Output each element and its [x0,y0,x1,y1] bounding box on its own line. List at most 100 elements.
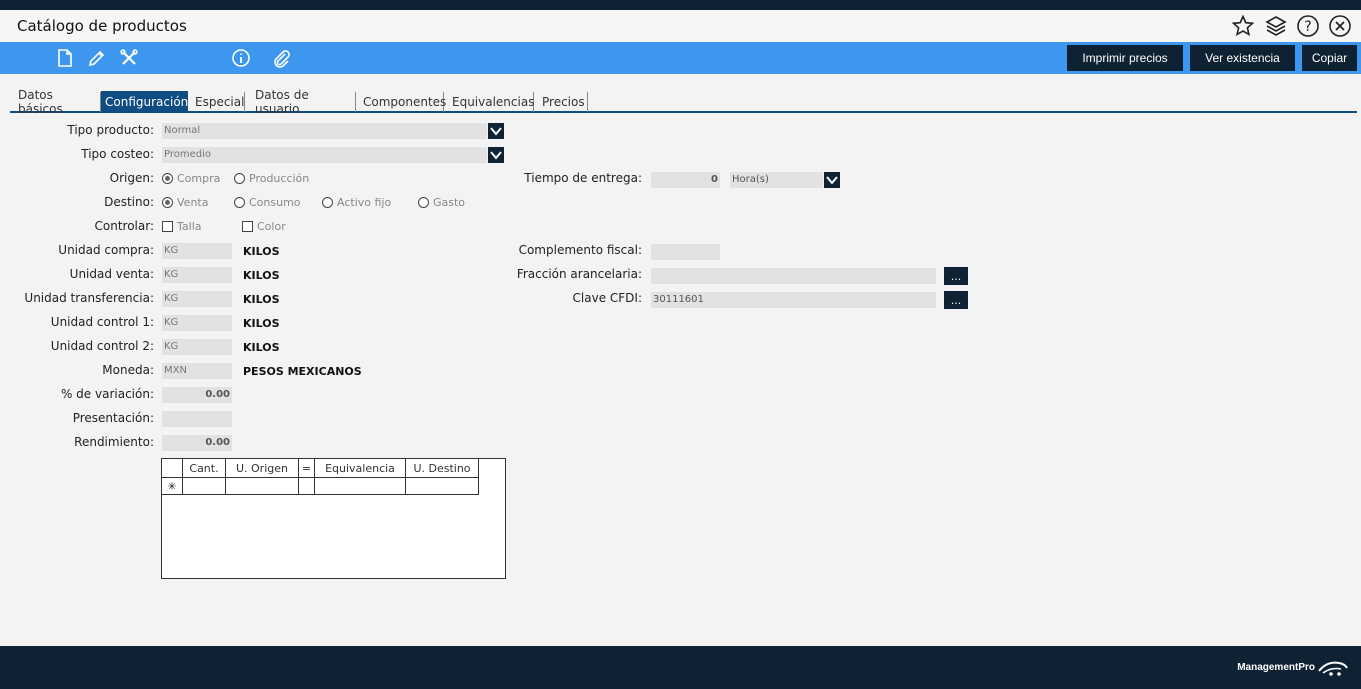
controlar-talla-checkbox[interactable]: Talla [162,220,202,233]
origen-label: Origen: [109,171,154,185]
clave-cfdi-browse-button[interactable]: ... [944,291,968,309]
new-document-icon[interactable] [55,48,75,68]
edit-pencil-icon[interactable] [87,48,107,68]
checkbox[interactable] [162,221,173,232]
unidad-control-2-name: KILOS [243,341,280,354]
grid-cell-u-destino[interactable] [406,478,479,495]
tab-datos-basicos[interactable]: Datos básicos [14,88,101,116]
radio[interactable] [322,197,333,208]
radio[interactable] [234,173,245,184]
close-icon[interactable] [1328,14,1352,38]
info-icon[interactable] [231,48,251,68]
chevron-down-icon[interactable] [488,123,504,139]
destino-consumo-radio[interactable]: Consumo [234,196,301,209]
unidad-control-2-label: Unidad control 2: [50,339,154,353]
grid-cell-equivalencia[interactable] [315,478,406,495]
attachment-icon[interactable] [271,48,291,68]
unidad-compra-name: KILOS [243,245,280,258]
tab-componentes[interactable]: Componentes [359,92,446,112]
title-bar: Catálogo de productos ? [0,10,1361,42]
tab-bar: Datos básicos Configuración Especial Dat… [10,88,1357,116]
tipo-costeo-select[interactable]: Promedio [162,147,487,163]
radio[interactable] [234,197,245,208]
complemento-fiscal-input[interactable] [651,244,720,260]
destino-gasto-radio[interactable]: Gasto [418,196,465,209]
new-row-marker: ✳ [162,478,183,495]
unidad-venta-label: Unidad venta: [69,267,154,281]
radio-selected[interactable] [162,197,173,208]
checkbox[interactable] [242,221,253,232]
copy-button[interactable]: Copiar [1302,45,1357,71]
layers-icon[interactable] [1264,14,1288,38]
tiempo-entrega-label: Tiempo de entrega: [524,171,642,185]
variacion-label: % de variación: [60,387,154,401]
tab-equivalencias[interactable]: Equivalencias [448,92,534,112]
origen-compra-radio[interactable]: Compra [162,172,220,185]
tiempo-entrega-unit-select[interactable]: Hora(s) [730,172,823,188]
variacion-input[interactable]: 0.00 [162,387,232,403]
grid-header-equals[interactable]: = [299,459,315,478]
tab-precios[interactable]: Precios [538,92,588,112]
grid-header-u-destino[interactable]: U. Destino [406,459,479,478]
help-icon[interactable]: ? [1296,14,1320,38]
unidad-compra-label: Unidad compra: [58,243,154,257]
brand-logo-icon [1318,661,1348,676]
clave-cfdi-input[interactable]: 30111601 [651,292,936,308]
grid-header-equivalencia[interactable]: Equivalencia [315,459,406,478]
unidad-control-1-label: Unidad control 1: [50,315,154,329]
fraccion-arancelaria-input[interactable] [651,268,936,284]
moneda-name: PESOS MEXICANOS [243,365,362,378]
unidad-venta-code[interactable]: KG [162,267,232,283]
unidad-control-1-code[interactable]: KG [162,315,232,331]
controlar-color-checkbox[interactable]: Color [242,220,286,233]
print-prices-button[interactable]: Imprimir precios [1067,45,1183,71]
tab-configuracion[interactable]: Configuración [101,91,188,112]
unidad-compra-code[interactable]: KG [162,243,232,259]
presentacion-input[interactable] [162,411,232,427]
unidad-venta-name: KILOS [243,269,280,282]
top-strip [0,0,1361,10]
chevron-down-icon[interactable] [488,147,504,163]
unidad-transferencia-name: KILOS [243,293,280,306]
tipo-producto-select[interactable]: Normal [162,123,487,139]
grid-header-u-origen[interactable]: U. Origen [226,459,299,478]
grid-cell-equals[interactable] [299,478,315,495]
tipo-producto-label: Tipo producto: [67,123,154,137]
unidad-control-1-name: KILOS [243,317,280,330]
controlar-label: Controlar: [94,219,155,233]
unidad-control-2-code[interactable]: KG [162,339,232,355]
footer: ManagementPro [0,646,1361,689]
grid-cell-cant[interactable] [183,478,226,495]
chevron-down-icon[interactable] [824,172,840,188]
moneda-label: Moneda: [102,363,154,377]
grid-header-corner [162,459,183,478]
equivalence-grid[interactable]: Cant. U. Origen = Equivalencia U. Destin… [161,458,506,579]
presentacion-label: Presentación: [72,411,154,425]
unidad-transferencia-code[interactable]: KG [162,291,232,307]
svg-text:?: ? [1304,19,1311,35]
origen-produccion-radio[interactable]: Producción [234,172,309,185]
rendimiento-input[interactable]: 0.00 [162,435,232,451]
tiempo-entrega-input[interactable]: 0 [651,172,720,188]
fraccion-arancelaria-browse-button[interactable]: ... [944,267,968,285]
clave-cfdi-label: Clave CFDI: [572,291,642,305]
radio[interactable] [418,197,429,208]
moneda-code[interactable]: MXN [162,363,232,379]
star-icon[interactable] [1231,14,1255,38]
destino-label: Destino: [104,195,154,209]
window-title: Catálogo de productos [17,17,187,35]
fraccion-arancelaria-label: Fracción arancelaria: [516,267,642,281]
radio-selected[interactable] [162,173,173,184]
complemento-fiscal-label: Complemento fiscal: [518,243,642,257]
tab-especial[interactable]: Especial [191,92,245,112]
tab-datos-de-usuario[interactable]: Datos de usuario [251,88,356,116]
destino-venta-radio[interactable]: Venta [162,196,208,209]
delete-tools-icon[interactable] [119,48,139,68]
destino-activo-fijo-radio[interactable]: Activo fijo [322,196,391,209]
grid-header-cant[interactable]: Cant. [183,459,226,478]
grid-cell-u-origen[interactable] [226,478,299,495]
rendimiento-label: Rendimiento: [74,435,154,449]
brand-name: ManagementPro [1237,662,1315,673]
tipo-costeo-label: Tipo costeo: [81,147,154,161]
view-stock-button[interactable]: Ver existencia [1190,45,1295,71]
